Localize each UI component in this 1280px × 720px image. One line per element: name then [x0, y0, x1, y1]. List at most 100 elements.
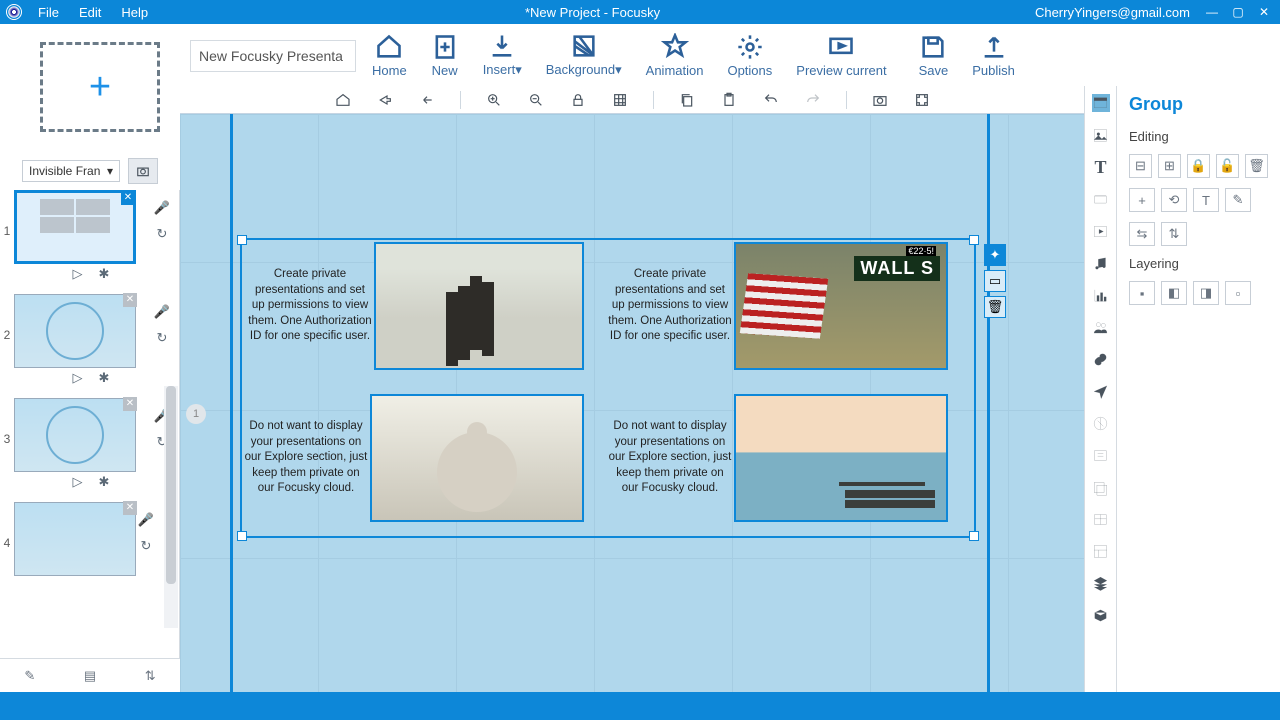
- home-button[interactable]: Home: [360, 29, 419, 82]
- ungroup-button[interactable]: ⊟: [1129, 154, 1152, 178]
- resize-handle[interactable]: [237, 531, 247, 541]
- delete-slide-icon[interactable]: ✕: [123, 397, 137, 411]
- lock-button[interactable]: 🔒: [1187, 154, 1210, 178]
- resize-handle[interactable]: [237, 235, 247, 245]
- lock-icon[interactable]: [569, 91, 587, 109]
- insert-video-icon[interactable]: [1092, 222, 1110, 240]
- project-name-field[interactable]: New Focusky Presenta: [190, 40, 356, 72]
- list-tool-icon[interactable]: ▤: [84, 668, 96, 684]
- resize-handle[interactable]: [969, 531, 979, 541]
- mic-icon[interactable]: 🎤: [154, 304, 170, 320]
- insert-table-icon[interactable]: [1092, 510, 1110, 528]
- menu-help[interactable]: Help: [111, 5, 158, 20]
- insert-image-icon[interactable]: [1092, 126, 1110, 144]
- insert-symbol-icon[interactable]: [1092, 414, 1110, 432]
- add-frame-button[interactable]: +: [40, 42, 160, 132]
- send-back-button[interactable]: ▪: [1129, 281, 1155, 305]
- sel-tool-delete-icon[interactable]: 🗑: [984, 296, 1006, 318]
- text-style-button[interactable]: T: [1193, 188, 1219, 212]
- gear-icon[interactable]: ✱: [99, 474, 110, 490]
- hotspot-marker[interactable]: 1: [186, 404, 206, 424]
- delete-button[interactable]: 🗑: [1245, 154, 1268, 178]
- insert-link-icon[interactable]: [1092, 350, 1110, 368]
- undo-icon[interactable]: [762, 91, 780, 109]
- play-icon[interactable]: ▷: [73, 370, 83, 386]
- mic-icon[interactable]: 🎤: [154, 200, 170, 216]
- insert-text-icon[interactable]: T: [1092, 158, 1110, 176]
- save-button[interactable]: Save: [907, 29, 961, 82]
- new-button[interactable]: New: [419, 29, 471, 82]
- delete-slide-icon[interactable]: ✕: [123, 293, 137, 307]
- snapshot-button[interactable]: [128, 158, 158, 184]
- insert-frame-icon[interactable]: [1092, 94, 1110, 112]
- unlock-button[interactable]: 🔓: [1216, 154, 1239, 178]
- slide-thumb-2[interactable]: ✕: [14, 294, 136, 368]
- background-button[interactable]: Background▾: [534, 28, 634, 82]
- fullscreen-icon[interactable]: [913, 91, 931, 109]
- insert-action-icon[interactable]: [1092, 382, 1110, 400]
- arrange-tool-icon[interactable]: ⇅: [145, 668, 156, 684]
- delete-slide-icon[interactable]: ✕: [123, 501, 137, 515]
- menu-file[interactable]: File: [28, 5, 69, 20]
- time-icon[interactable]: ↻: [141, 538, 152, 554]
- gear-icon[interactable]: ✱: [99, 266, 110, 282]
- panel-title: Group: [1129, 94, 1268, 115]
- insert-layout-icon[interactable]: [1092, 542, 1110, 560]
- flip-v-button[interactable]: ⇅: [1161, 222, 1187, 246]
- send-backward-button[interactable]: ◧: [1161, 281, 1187, 305]
- maximize-button[interactable]: ▢: [1226, 3, 1250, 21]
- add-button[interactable]: +: [1129, 188, 1155, 212]
- insert-button[interactable]: Insert▾: [471, 28, 534, 82]
- options-button[interactable]: Options: [715, 29, 784, 82]
- insert-chart-icon[interactable]: [1092, 286, 1110, 304]
- time-icon[interactable]: ↻: [157, 226, 168, 242]
- play-icon[interactable]: ▷: [73, 266, 83, 282]
- zoom-in-icon[interactable]: [485, 91, 503, 109]
- bring-forward-button[interactable]: ◨: [1193, 281, 1219, 305]
- home-icon[interactable]: [334, 91, 352, 109]
- redo-icon[interactable]: [804, 91, 822, 109]
- frame-type-dropdown[interactable]: Invisible Fran▾: [22, 160, 120, 182]
- sel-tool-image-icon[interactable]: ▭: [984, 270, 1006, 292]
- resize-handle[interactable]: [969, 235, 979, 245]
- flip-h-button[interactable]: ⇆: [1129, 222, 1155, 246]
- insert-formula-icon[interactable]: [1092, 446, 1110, 464]
- menu-edit[interactable]: Edit: [69, 5, 111, 20]
- user-email[interactable]: CherryYingers@gmail.com: [1027, 5, 1198, 20]
- paste-icon[interactable]: [720, 91, 738, 109]
- publish-button[interactable]: Publish: [960, 29, 1027, 82]
- copy-icon[interactable]: [678, 91, 696, 109]
- share-icon[interactable]: [376, 91, 394, 109]
- format-painter-button[interactable]: ✎: [1225, 188, 1251, 212]
- canvas[interactable]: Create private presentations and set up …: [180, 114, 1084, 692]
- insert-role-icon[interactable]: [1092, 318, 1110, 336]
- zoom-out-icon[interactable]: [527, 91, 545, 109]
- insert-flash-icon[interactable]: [1092, 478, 1110, 496]
- insert-shape-icon[interactable]: [1092, 190, 1110, 208]
- time-icon[interactable]: ↻: [157, 330, 168, 346]
- preview-button[interactable]: Preview current: [784, 29, 898, 82]
- minimize-button[interactable]: —: [1200, 3, 1224, 21]
- sel-tool-star-icon[interactable]: ✦: [984, 244, 1006, 266]
- slide-thumb-3[interactable]: ✕: [14, 398, 136, 472]
- rotate-button[interactable]: ⟲: [1161, 188, 1187, 212]
- selection-box[interactable]: ✦ ▭ 🗑: [240, 238, 976, 538]
- slide-scrollbar[interactable]: [164, 386, 178, 628]
- gear-icon[interactable]: ✱: [99, 370, 110, 386]
- delete-slide-icon[interactable]: ✕: [121, 191, 135, 205]
- grid-icon[interactable]: [611, 91, 629, 109]
- play-icon[interactable]: ▷: [73, 474, 83, 490]
- close-button[interactable]: ✕: [1252, 3, 1276, 21]
- return-icon[interactable]: [418, 91, 436, 109]
- animation-button[interactable]: Animation: [634, 29, 716, 82]
- insert-music-icon[interactable]: [1092, 254, 1110, 272]
- slide-thumb-4[interactable]: ✕: [14, 502, 136, 576]
- bring-front-button[interactable]: ▫: [1225, 281, 1251, 305]
- mic-icon[interactable]: 🎤: [138, 512, 154, 528]
- edit-tool-icon[interactable]: ✎: [24, 668, 35, 684]
- slide-thumb-1[interactable]: ✕: [14, 190, 136, 264]
- insert-3d-icon[interactable]: [1092, 606, 1110, 624]
- group-button[interactable]: ⊞: [1158, 154, 1181, 178]
- insert-layer-icon[interactable]: [1092, 574, 1110, 592]
- camera-icon[interactable]: [871, 91, 889, 109]
